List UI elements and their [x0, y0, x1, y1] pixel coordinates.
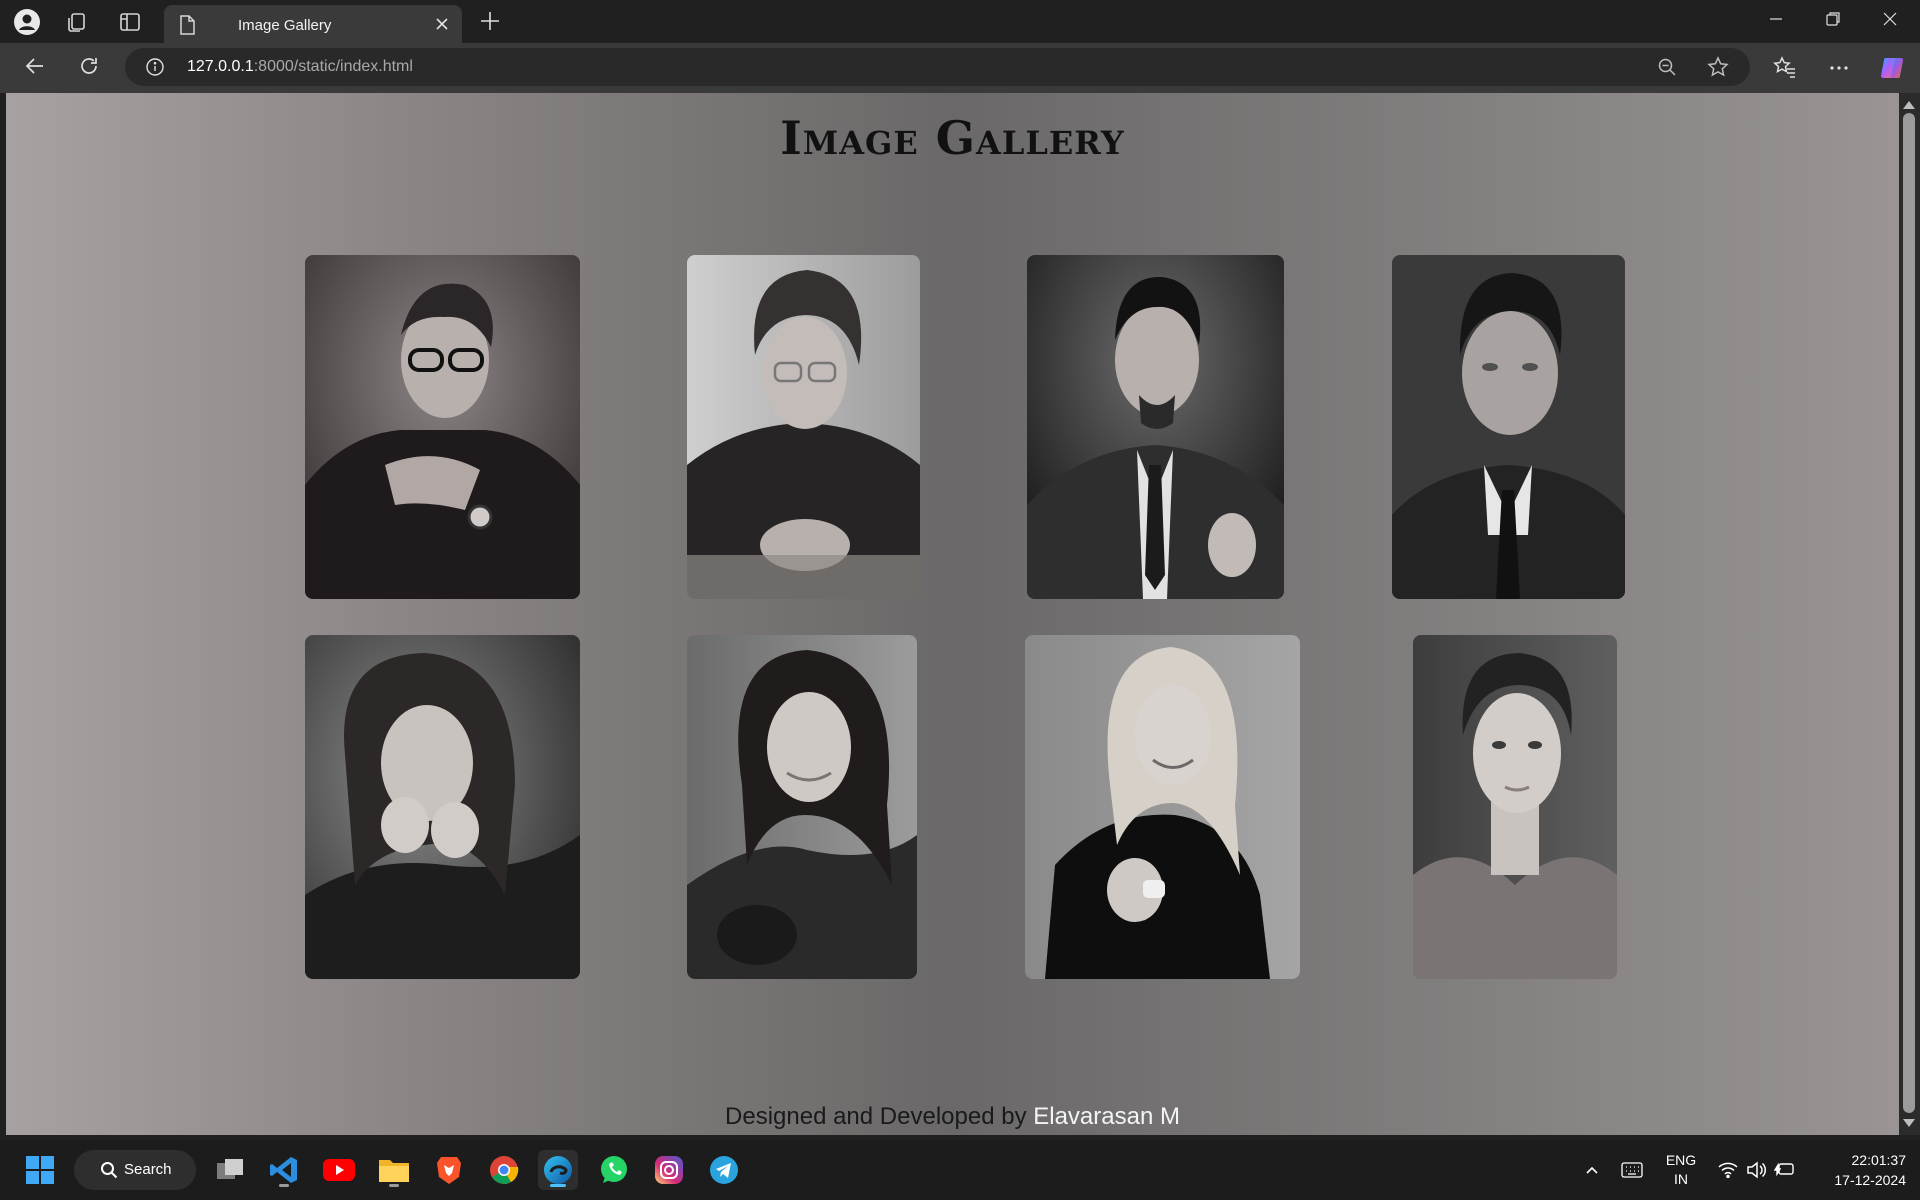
- taskbar-search[interactable]: Search: [74, 1150, 196, 1190]
- youtube-icon[interactable]: [319, 1150, 359, 1190]
- active-tab[interactable]: Image Gallery: [164, 5, 462, 43]
- favorite-star-icon[interactable]: [1707, 56, 1729, 83]
- file-explorer-icon[interactable]: [374, 1150, 414, 1190]
- footer-prefix: Designed and Developed by: [725, 1103, 1034, 1130]
- windows-taskbar: Search ENG IN 22:01:37 17-12-2024: [0, 1140, 1920, 1200]
- region-code: IN: [1674, 1171, 1688, 1187]
- gallery-image-4[interactable]: [1392, 255, 1625, 599]
- vscode-icon[interactable]: [264, 1150, 304, 1190]
- address-bar[interactable]: 127.0.0.1:8000/static/index.html: [125, 48, 1750, 86]
- copilot-icon[interactable]: [1878, 53, 1908, 83]
- scroll-down-arrow[interactable]: [1903, 1119, 1915, 1127]
- back-icon: [24, 55, 46, 82]
- footer-credit: Designed and Developed by Elavarasan M: [6, 1103, 1899, 1131]
- browser-title-bar: Image Gallery: [0, 0, 1920, 43]
- minimize-icon: [1768, 11, 1784, 32]
- language-code: ENG: [1665, 1152, 1697, 1168]
- window-close-icon: [1882, 11, 1898, 32]
- close-icon[interactable]: [432, 14, 452, 39]
- chevron-up-icon[interactable]: [1572, 1150, 1612, 1190]
- page-scrollbar[interactable]: [1899, 93, 1920, 1135]
- edge-icon[interactable]: [538, 1150, 578, 1190]
- search-label: Search: [124, 1161, 172, 1178]
- scroll-thumb[interactable]: [1903, 113, 1915, 1113]
- plus-icon: [478, 12, 502, 37]
- brave-icon[interactable]: [429, 1150, 469, 1190]
- window-close-button[interactable]: [1862, 4, 1918, 38]
- gallery-image-2[interactable]: [687, 255, 920, 599]
- back-button[interactable]: [20, 53, 50, 83]
- active-indicator: [279, 1184, 289, 1187]
- refresh-icon: [78, 55, 100, 82]
- task-view-icon[interactable]: [210, 1150, 250, 1190]
- gallery-image-6[interactable]: [687, 635, 917, 979]
- url-text[interactable]: 127.0.0.1:8000/static/index.html: [187, 58, 413, 76]
- more-icon[interactable]: [1824, 53, 1854, 83]
- gallery-image-7[interactable]: [1025, 635, 1300, 979]
- favorites-icon[interactable]: [1770, 53, 1800, 83]
- telegram-icon[interactable]: [704, 1150, 744, 1190]
- collections-icon[interactable]: [64, 9, 90, 35]
- active-indicator: [389, 1184, 399, 1187]
- page-icon: [178, 15, 196, 40]
- keyboard-icon[interactable]: [1612, 1150, 1652, 1190]
- restore-icon: [1825, 11, 1841, 32]
- gallery-image-3[interactable]: [1027, 255, 1284, 599]
- profile-icon[interactable]: [14, 9, 40, 35]
- whatsapp-icon[interactable]: [594, 1150, 634, 1190]
- zoom-out-icon[interactable]: [1657, 57, 1677, 82]
- info-icon[interactable]: [145, 57, 165, 82]
- page-viewport: Image Gallery Designed and Developed by …: [6, 93, 1899, 1135]
- active-indicator: [550, 1184, 566, 1187]
- scroll-up-arrow[interactable]: [1903, 101, 1915, 109]
- language-indicator[interactable]: ENG IN: [1658, 1151, 1704, 1189]
- browser-toolbar: 127.0.0.1:8000/static/index.html: [0, 43, 1920, 93]
- minimize-button[interactable]: [1748, 4, 1804, 38]
- instagram-icon[interactable]: [649, 1150, 689, 1190]
- tab-actions-icon[interactable]: [117, 9, 143, 35]
- new-tab-button[interactable]: [478, 9, 502, 38]
- clock-date: 17-12-2024: [1834, 1172, 1906, 1188]
- windows-start-icon[interactable]: [20, 1150, 60, 1190]
- battery-icon[interactable]: [1764, 1150, 1804, 1190]
- clock-time: 22:01:37: [1851, 1152, 1907, 1168]
- clock[interactable]: 22:01:37 17-12-2024: [1810, 1150, 1906, 1190]
- tab-title: Image Gallery: [238, 17, 332, 34]
- footer-author: Elavarasan M: [1033, 1103, 1180, 1130]
- gallery-image-8[interactable]: [1413, 635, 1617, 979]
- gallery-image-1[interactable]: [305, 255, 580, 599]
- refresh-button[interactable]: [74, 53, 104, 83]
- search-icon: [100, 1161, 118, 1184]
- page-title: Image Gallery: [780, 111, 1125, 165]
- chrome-icon[interactable]: [484, 1150, 524, 1190]
- restore-button[interactable]: [1805, 4, 1861, 38]
- gallery-image-5[interactable]: [305, 635, 580, 979]
